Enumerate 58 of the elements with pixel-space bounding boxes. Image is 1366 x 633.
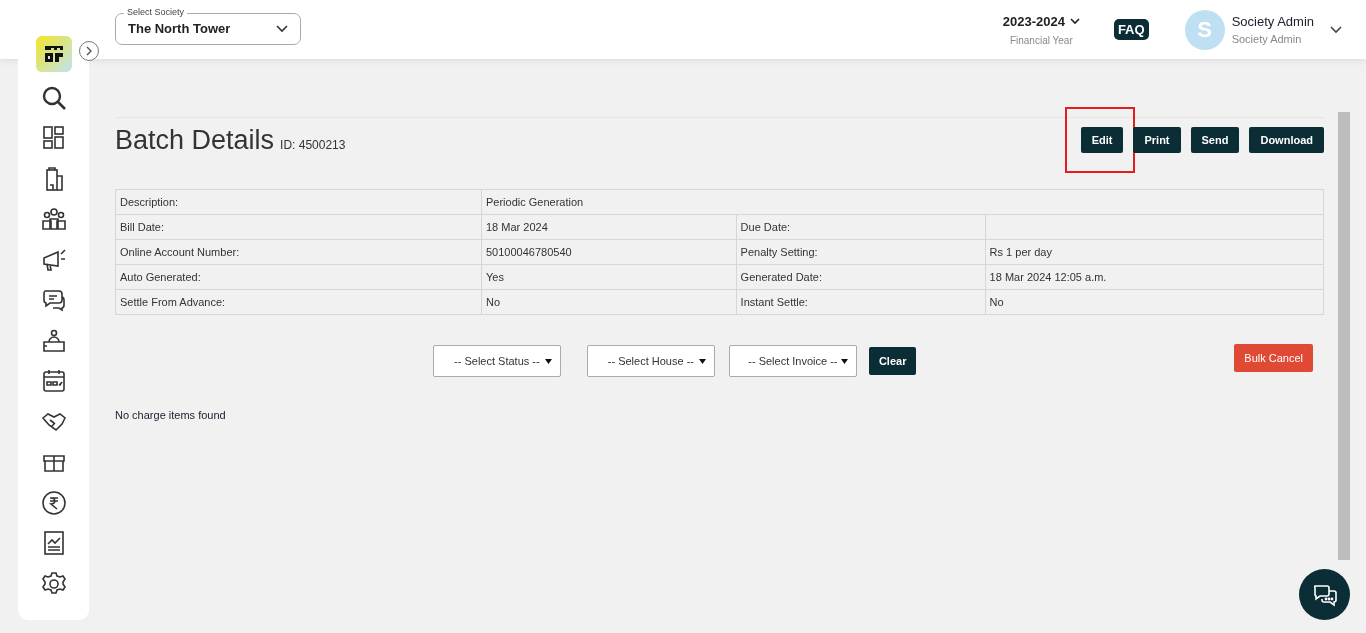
dropdown-placeholder: -- Select House -- bbox=[607, 355, 694, 367]
action-button[interactable]: Edit bbox=[1080, 127, 1124, 153]
search-icon[interactable] bbox=[40, 84, 67, 111]
field-label-cell: Instant Settle: bbox=[736, 289, 986, 315]
field-label-cell: Bill Date: bbox=[115, 214, 482, 240]
person-at-desk-icon[interactable] bbox=[40, 327, 67, 354]
calendar-icon[interactable] bbox=[40, 368, 67, 394]
field-value-cell: Rs 1 per day bbox=[985, 239, 1324, 265]
society-select-label: Select Society bbox=[124, 6, 188, 17]
chevron-down-icon[interactable] bbox=[1330, 25, 1342, 34]
dropdown-placeholder: -- Select Status -- bbox=[454, 355, 540, 367]
empty-message: No charge items found bbox=[115, 409, 227, 421]
chat-button[interactable] bbox=[1299, 569, 1350, 620]
chevron-down-icon bbox=[276, 24, 288, 33]
field-value-cell: Yes bbox=[481, 264, 737, 290]
filter-dropdown[interactable]: -- Select Invoice -- bbox=[728, 345, 857, 377]
field-label-cell: Auto Generated: bbox=[115, 264, 482, 290]
field-label-cell: Generated Date: bbox=[736, 264, 986, 290]
financial-year-value[interactable]: 2023-2024 bbox=[1002, 13, 1065, 29]
field-value-cell: Periodic Generation bbox=[481, 189, 1324, 215]
action-button[interactable]: Print bbox=[1133, 127, 1181, 153]
dropdown-placeholder: -- Select Invoice -- bbox=[748, 355, 838, 367]
action-button[interactable]: Send bbox=[1190, 127, 1240, 153]
financial-year-caption: Financial Year bbox=[1009, 34, 1073, 46]
dashboard-icon[interactable] bbox=[40, 125, 67, 151]
field-value-cell: 50100046780540 bbox=[481, 239, 737, 265]
app-logo[interactable] bbox=[35, 36, 72, 72]
rupee-icon[interactable] bbox=[40, 489, 67, 516]
settings-icon[interactable] bbox=[40, 570, 67, 597]
field-label-cell: Description: bbox=[115, 189, 482, 215]
field-value-cell: No bbox=[481, 289, 737, 315]
chevron-down-icon[interactable] bbox=[1069, 17, 1080, 25]
user-name: Society Admin bbox=[1231, 14, 1314, 29]
field-label-cell: Penalty Setting: bbox=[736, 239, 986, 265]
field-label-cell: Online Account Number: bbox=[115, 239, 482, 265]
field-value-cell: No bbox=[985, 289, 1324, 315]
page-title: Batch Details bbox=[115, 124, 275, 156]
bulk-cancel-button[interactable]: Bulk Cancel bbox=[1234, 344, 1313, 372]
user-role: Society Admin bbox=[1231, 33, 1303, 45]
dropdown-arrow-icon bbox=[840, 359, 848, 364]
dropdown-arrow-icon bbox=[544, 359, 552, 364]
filter-dropdown[interactable]: -- Select House -- bbox=[586, 345, 715, 377]
megaphone-icon[interactable] bbox=[40, 246, 67, 273]
chat-icon[interactable] bbox=[40, 287, 67, 313]
field-value-cell: 18 Mar 2024 bbox=[481, 214, 737, 240]
field-value-cell: 18 Mar 2024 12:05 a.m. bbox=[985, 264, 1324, 290]
field-label-cell: Settle From Advance: bbox=[115, 289, 482, 315]
chat-icon bbox=[1311, 582, 1338, 607]
action-button[interactable]: Download bbox=[1249, 127, 1324, 153]
filter-dropdown[interactable]: -- Select Status -- bbox=[432, 345, 561, 377]
dropdown-arrow-icon bbox=[698, 359, 706, 364]
people-icon[interactable] bbox=[40, 206, 67, 232]
expand-sidebar-icon[interactable] bbox=[79, 41, 99, 61]
batch-id: ID: 4500213 bbox=[280, 138, 346, 152]
clear-button[interactable]: Clear bbox=[868, 347, 917, 375]
field-label-cell: Due Date: bbox=[736, 214, 986, 240]
faq-button[interactable]: FAQ bbox=[1113, 19, 1149, 40]
society-name: The North Tower bbox=[128, 21, 232, 36]
